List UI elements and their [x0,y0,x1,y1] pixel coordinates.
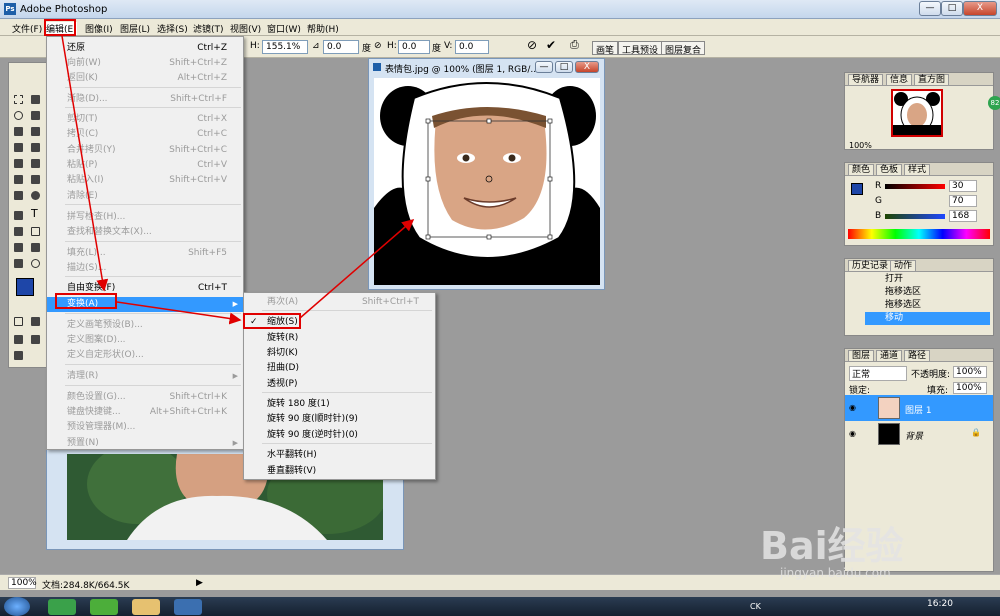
taskbar-wechat-icon[interactable] [90,599,118,615]
clock[interactable]: 16:20 [927,599,953,609]
doc-size-info: 文档:284.8K/664.5K [42,581,130,591]
zoom-field[interactable]: 100% [8,577,37,589]
notification-badge: 82 [988,96,1000,110]
status-menu-arrow[interactable]: ▶ [196,578,203,588]
taskbar-photoshop-icon[interactable] [174,599,202,615]
taskbar: CK 16:20 [0,597,1000,616]
taskbar-app-360-icon[interactable] [48,599,76,615]
ime-indicator[interactable]: CK [750,602,761,611]
taskbar-explorer-icon[interactable] [132,599,160,615]
start-button[interactable] [4,597,30,616]
baidu-watermark: Bai经验 jingyan.baidu.com [760,524,904,580]
